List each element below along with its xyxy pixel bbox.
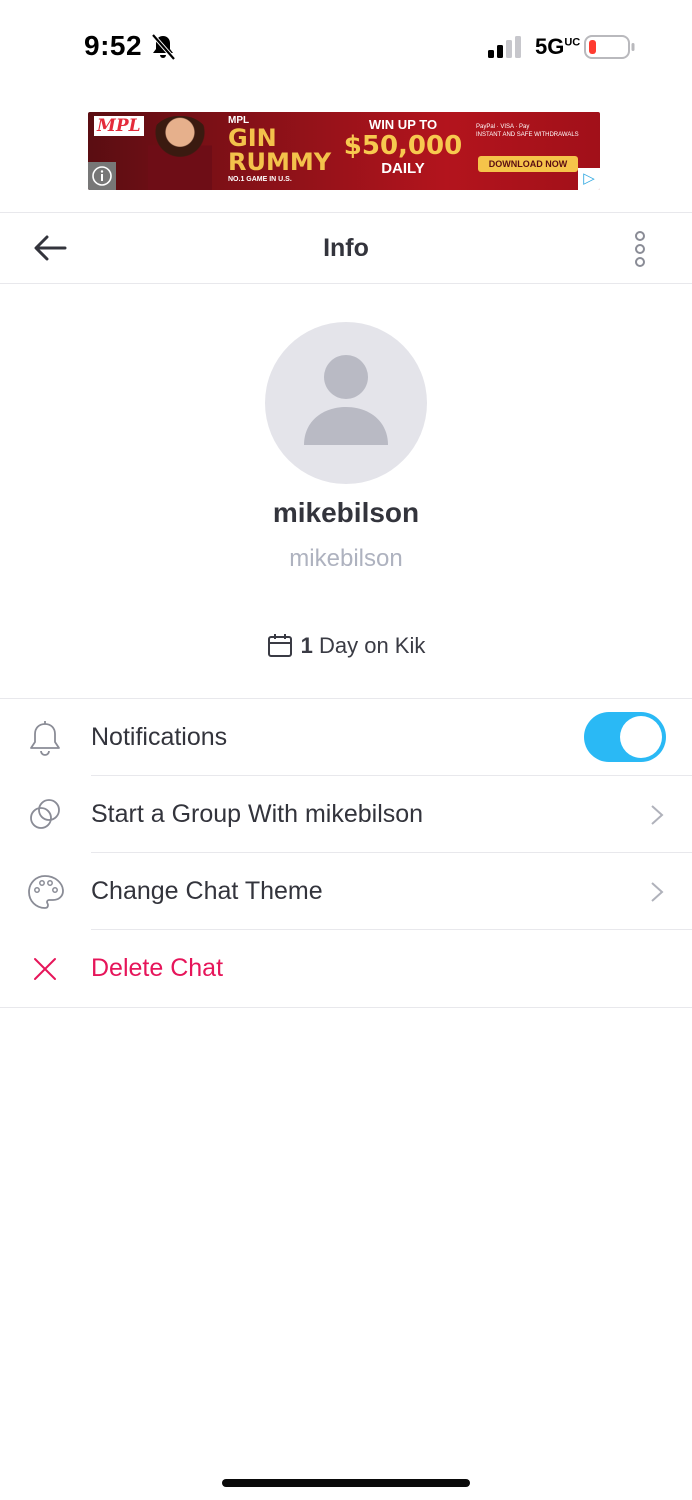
delete-chat-row[interactable]: Delete Chat [0, 930, 692, 1007]
chevron-right-icon [651, 882, 664, 902]
ad-download-button[interactable]: DOWNLOAD NOW [478, 156, 578, 172]
member-duration: 1 Day on Kik [0, 633, 692, 659]
avatar[interactable] [265, 322, 427, 484]
group-circles-icon [30, 799, 60, 829]
start-group-label: Start a Group With mikebilson [91, 800, 424, 828]
home-indicator[interactable] [222, 1479, 470, 1487]
ad-banner[interactable]: MPL MPL GIN RUMMY NO.1 GAME IN U.S. WIN … [88, 112, 600, 190]
status-bar: 9:52 5GUC [0, 0, 692, 95]
days-count: 1 [300, 633, 313, 658]
display-name: mikebilson [272, 497, 420, 528]
notifications-label: Notifications [91, 723, 228, 751]
ad-model-image [148, 116, 212, 190]
username: mikebilson [289, 545, 403, 572]
palette-icon [28, 875, 64, 909]
start-group-row[interactable]: Start a Group With mikebilson [0, 776, 692, 853]
bell-icon [30, 721, 60, 756]
ad-game-title: MPL GIN RUMMY NO.1 GAME IN U.S. [228, 115, 332, 184]
close-icon [34, 958, 56, 980]
ad-prize: WIN UP TO $50,000 DAILY [343, 117, 463, 177]
more-options-icon[interactable] [628, 231, 652, 267]
battery-icon [584, 35, 635, 59]
ad-payments: PayPal · VISA · Pay INSTANT AND SAFE WIT… [476, 124, 579, 138]
network-type: 5GUC [535, 34, 581, 59]
divider [0, 283, 692, 284]
days-text: Day on Kik [318, 633, 426, 658]
calendar-icon [267, 634, 292, 657]
change-theme-row[interactable]: Change Chat Theme [0, 853, 692, 930]
notifications-row: Notifications [0, 699, 692, 776]
divider [0, 1007, 692, 1008]
ad-brand: MPL [94, 116, 144, 136]
delete-chat-label: Delete Chat [91, 954, 224, 982]
page-title: Info [323, 234, 369, 262]
nav-header: Info [0, 213, 692, 283]
status-time: 9:52 [84, 30, 143, 61]
person-placeholder-icon [304, 355, 388, 445]
bell-off-icon [151, 33, 176, 61]
ad-info-icon[interactable] [88, 162, 116, 190]
chevron-right-icon [651, 805, 664, 825]
toggle-knob [620, 716, 662, 758]
notifications-toggle[interactable] [584, 712, 666, 762]
ad-choices-icon[interactable]: ▷ [578, 168, 600, 190]
change-theme-label: Change Chat Theme [91, 877, 323, 905]
signal-icon [488, 36, 521, 58]
